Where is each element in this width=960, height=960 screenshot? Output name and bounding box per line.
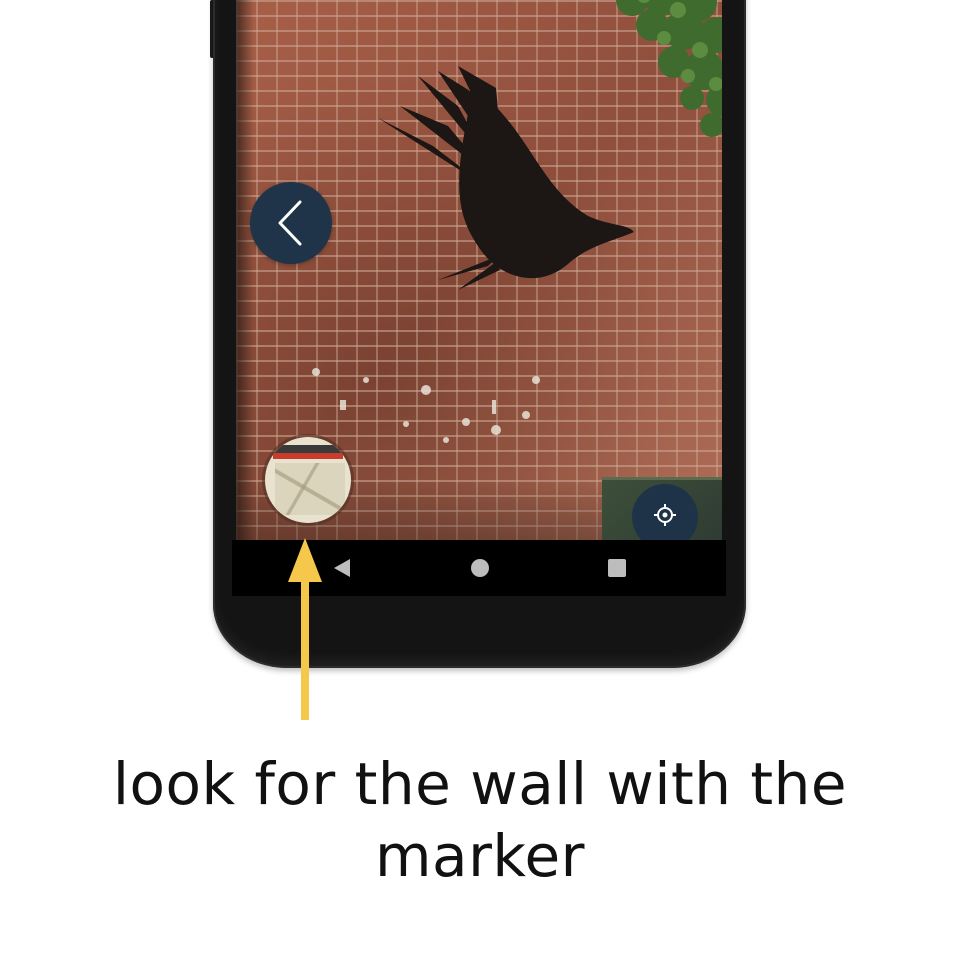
back-button[interactable] <box>250 182 332 264</box>
home-circle-icon <box>471 559 489 577</box>
marker-map-image <box>275 463 345 515</box>
crow-artwork <box>378 66 634 290</box>
nav-recents-button[interactable] <box>589 540 645 596</box>
instruction-caption: look for the wall with the marker <box>112 750 848 890</box>
marker-thumbnail[interactable] <box>265 437 351 523</box>
paint-splatter <box>312 368 540 443</box>
nav-home-button[interactable] <box>452 540 508 596</box>
marker-header-strip <box>265 445 351 453</box>
recents-square-icon <box>608 559 626 577</box>
chevron-left-icon <box>278 200 302 246</box>
annotation-arrow <box>288 538 322 720</box>
marker-red-banner <box>273 453 343 459</box>
screen-edge-shadow <box>236 0 254 540</box>
